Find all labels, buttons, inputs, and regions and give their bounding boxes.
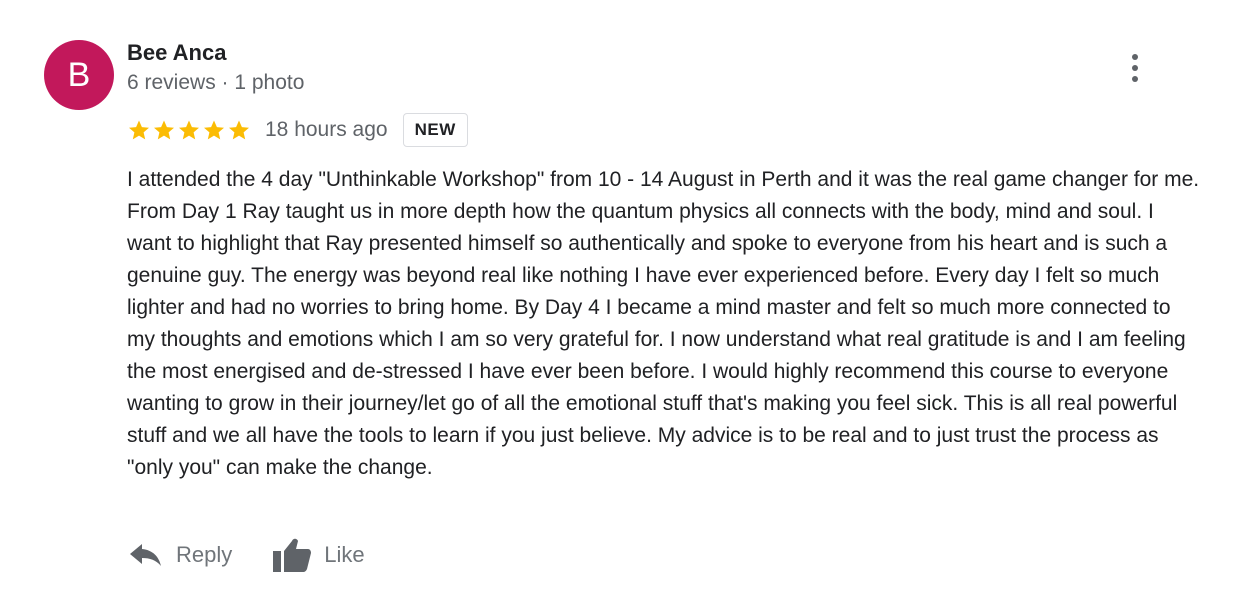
star-icon [177, 118, 201, 142]
rating-row: 18 hours ago NEW [127, 110, 468, 150]
thumbs-up-icon [272, 536, 324, 574]
like-label: Like [324, 542, 365, 567]
reply-button[interactable]: Reply [128, 541, 232, 569]
author-name[interactable]: Bee Anca [127, 40, 226, 66]
star-icon [227, 118, 251, 142]
avatar[interactable]: B [44, 40, 114, 110]
reply-arrow-icon [128, 541, 176, 569]
review-text: I attended the 4 day "Unthinkable Worksh… [127, 168, 1200, 479]
review-card: B Bee Anca 6 reviews · 1 photo 18 hours … [0, 0, 1247, 611]
more-options-button[interactable] [1120, 48, 1150, 88]
more-vert-icon-dot [1132, 65, 1138, 71]
star-icon [127, 118, 151, 142]
review-actions: Reply Like [128, 532, 365, 578]
review-time: 18 hours ago [265, 118, 388, 141]
more-vert-icon-dot [1132, 76, 1138, 82]
star-icon [202, 118, 226, 142]
reply-label: Reply [176, 542, 233, 567]
author-meta[interactable]: 6 reviews · 1 photo [127, 71, 304, 95]
more-vert-icon [1132, 54, 1138, 60]
star-rating [127, 118, 251, 142]
new-badge: NEW [402, 113, 468, 147]
avatar-letter: B [67, 56, 91, 94]
star-icon [152, 118, 176, 142]
like-button[interactable]: Like [272, 536, 365, 574]
